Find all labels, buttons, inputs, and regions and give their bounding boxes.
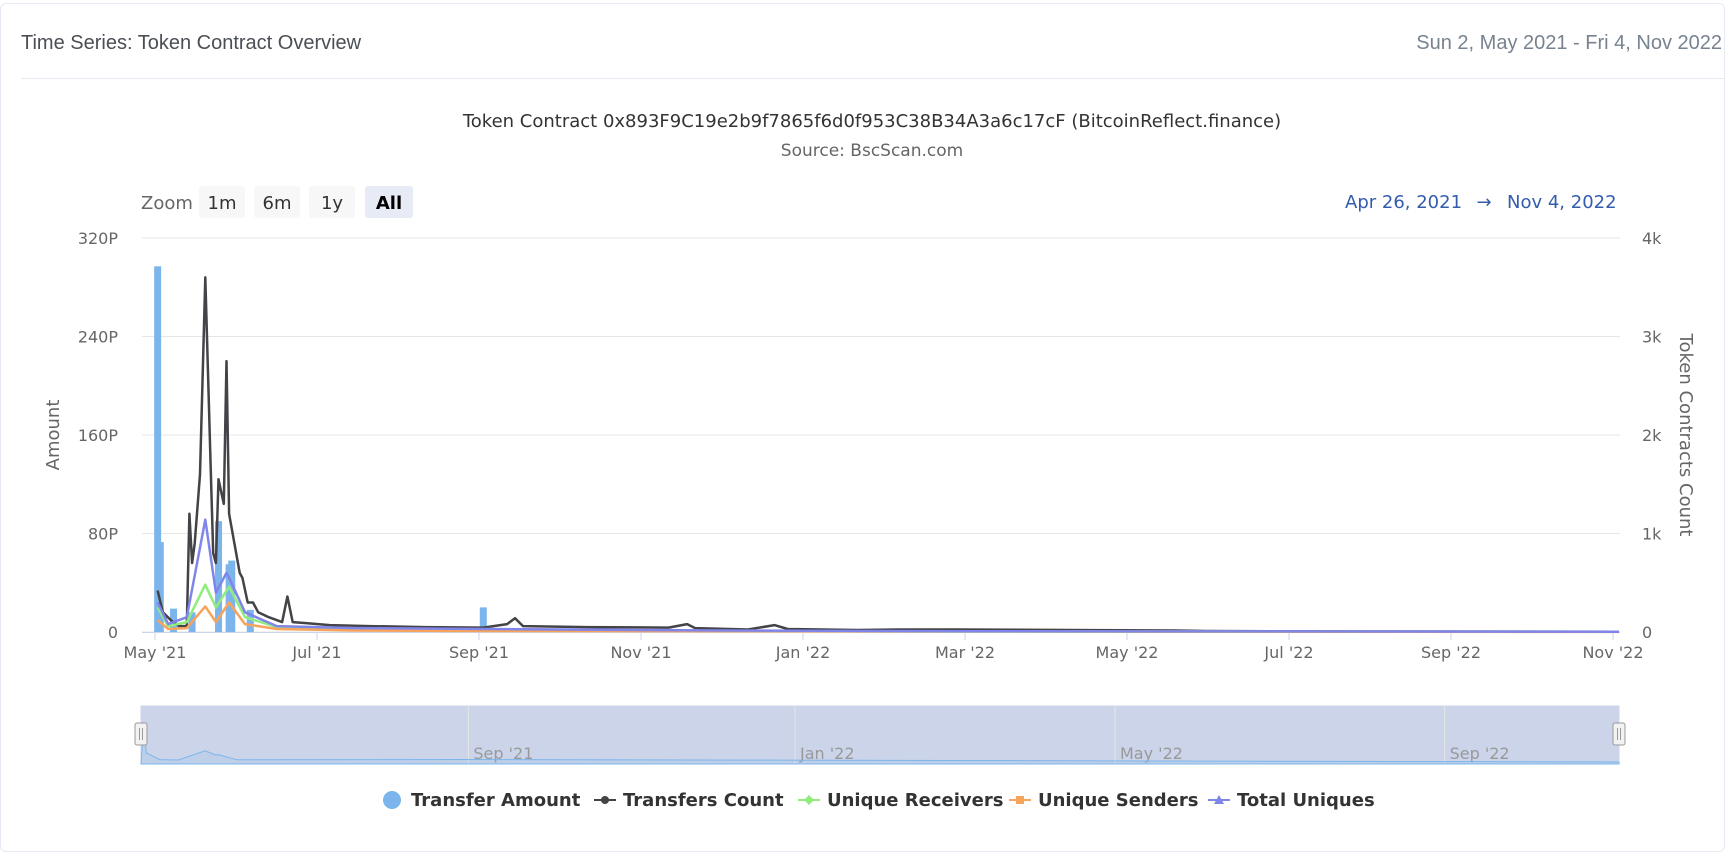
zoom-button-label: 6m [263, 193, 292, 214]
navigator: Sep '21 Jan '22 May '22 Sep '22 [134, 705, 1626, 765]
legend-item-transfers-count[interactable]: Transfers Count [594, 790, 784, 811]
x-axis-tick-label: Mar '22 [935, 643, 995, 662]
x-axis-tick-label: Sep '21 [449, 643, 509, 662]
legend-item-unique-senders[interactable]: Unique Senders [1009, 790, 1198, 811]
zoom-button-label: All [376, 193, 402, 214]
zoom-controls: Zoom 1m 6m 1y All [141, 186, 413, 218]
zoom-button-1m[interactable]: 1m [199, 186, 245, 218]
zoom-button-label: 1y [321, 193, 343, 214]
zoom-button-6m[interactable]: 6m [254, 186, 300, 218]
left-axis-tick-label: 80P [88, 525, 118, 544]
navigator-label: Sep '22 [1450, 744, 1510, 763]
range-from[interactable]: Apr 26, 2021 [1345, 192, 1462, 213]
range-display: Apr 26, 2021 → Nov 4, 2022 [1345, 192, 1617, 213]
x-axis-tick-label: Jul '22 [1263, 643, 1313, 662]
right-axis-tick-label: 0 [1642, 623, 1652, 642]
legend-marker [1016, 796, 1024, 804]
legend-item-total-uniques[interactable]: Total Uniques [1208, 790, 1375, 811]
legend-label: Transfers Count [623, 790, 784, 811]
series-line[interactable] [156, 583, 1620, 634]
zoom-label: Zoom [141, 193, 193, 214]
left-axis-tick-label: 0 [108, 623, 118, 642]
x-axis-tick-label: Nov '21 [610, 643, 671, 662]
legend-item-transfer-amount[interactable]: Transfer Amount [383, 790, 581, 811]
chart-title: Token Contract 0x893F9C19e2b9f7865f6d0f9… [462, 111, 1281, 132]
right-axis-tick-label: 1k [1642, 525, 1662, 544]
zoom-button-1y[interactable]: 1y [309, 186, 355, 218]
legend-label: Unique Senders [1038, 790, 1198, 811]
x-axis-tick-label: Sep '22 [1421, 643, 1481, 662]
range-to[interactable]: Nov 4, 2022 [1507, 192, 1617, 213]
zoom-button-all[interactable]: All [365, 186, 413, 218]
chart-subtitle: Source: BscScan.com [781, 141, 963, 161]
series-total-uniques [156, 518, 1620, 633]
legend-symbol [383, 791, 401, 809]
navigator-left-handle[interactable] [134, 722, 148, 746]
x-axis-tick-label: Jul '21 [291, 643, 341, 662]
navigator-label: May '22 [1120, 744, 1183, 763]
plot-area [154, 266, 1620, 634]
time-series-chart: Token Contract 0x893F9C19e2b9f7865f6d0f9… [43, 111, 1696, 811]
grid-lines [142, 237, 1620, 633]
left-axis-title: Amount [43, 400, 64, 471]
x-axis-ticks: May '21 Jul '21 Sep '21 Nov '21 Jan '22 Mar '… [124, 632, 1644, 662]
left-axis-tick-label: 320P [78, 229, 119, 248]
right-axis-tick-label: 4k [1642, 229, 1662, 248]
zoom-button-label: 1m [208, 193, 237, 214]
right-axis-title: Token Contracts Count [1675, 333, 1696, 537]
left-axis-ticks: 0 80P 160P 240P 320P [78, 229, 119, 642]
series-unique-receivers [156, 583, 1620, 634]
x-axis-tick-label: May '22 [1096, 643, 1159, 662]
legend-label: Transfer Amount [411, 790, 581, 811]
left-axis-tick-label: 160P [78, 426, 119, 445]
right-axis-tick-label: 2k [1642, 426, 1662, 445]
legend-marker [601, 796, 609, 804]
left-axis-tick-label: 240P [78, 328, 119, 347]
series-line[interactable] [156, 518, 1620, 633]
right-axis-ticks: 0 1k 2k 3k 4k [1642, 229, 1662, 642]
legend-item-unique-receivers[interactable]: Unique Receivers [798, 790, 1003, 811]
x-axis-tick-label: Jan '22 [775, 643, 831, 662]
x-axis-tick-label: Nov '22 [1582, 643, 1643, 662]
series-transfers-count [156, 276, 1620, 633]
legend-label: Total Uniques [1237, 790, 1375, 811]
series-line[interactable] [156, 276, 1620, 633]
legend-label: Unique Receivers [827, 790, 1003, 811]
range-arrow: → [1476, 192, 1491, 213]
legend-marker [804, 795, 814, 805]
legend: Transfer Amount Transfers Count Unique Rec… [383, 790, 1375, 811]
x-axis-tick-label: May '21 [124, 643, 187, 662]
navigator-right-handle[interactable] [1612, 722, 1626, 746]
right-axis-tick-label: 3k [1642, 328, 1662, 347]
navigator-selected-range[interactable] [140, 705, 1620, 765]
